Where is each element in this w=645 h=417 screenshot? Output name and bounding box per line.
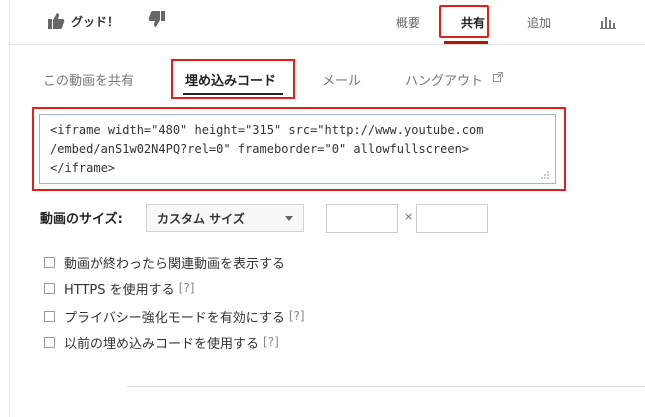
action-bar: グッド！ 概要 共有 追加: [10, 0, 645, 45]
embed-code-textarea[interactable]: <iframe width="480" height="315" src="ht…: [39, 114, 556, 184]
share-tab-highlight: [439, 5, 489, 38]
tab-hangout[interactable]: ハングアウト: [405, 70, 483, 89]
thumbs-down-icon: [148, 11, 165, 27]
times-symbol: ×: [404, 210, 414, 223]
option-related-videos[interactable]: 動画が終わったら関連動画を表示する: [44, 254, 286, 272]
panel-border: [0, 0, 10, 417]
option-old-embed[interactable]: 以前の埋め込みコードを使用する [?]: [44, 334, 279, 352]
external-link-icon: [493, 72, 503, 82]
option-label: 以前の埋め込みコードを使用する: [64, 336, 260, 352]
dislike-button[interactable]: [148, 10, 166, 32]
help-link[interactable]: [?]: [263, 335, 279, 349]
video-size-select[interactable]: カスタム サイズ: [146, 204, 304, 232]
tab-share-video[interactable]: この動画を共有: [43, 70, 134, 89]
old-embed-checkbox[interactable]: [44, 336, 55, 348]
divider: [127, 386, 645, 387]
option-label: 動画が終わったら関連動画を表示する: [64, 256, 286, 272]
option-privacy-mode[interactable]: プライバシー強化モードを有効にする [?]: [44, 308, 305, 326]
option-label: プライバシー強化モードを有効にする: [64, 310, 285, 326]
width-input[interactable]: [326, 204, 398, 233]
thumbs-up-icon: [48, 13, 65, 29]
tab-overview[interactable]: 概要: [396, 14, 420, 31]
tab-email[interactable]: メール: [322, 70, 361, 89]
video-size-label: 動画のサイズ:: [40, 212, 123, 227]
related-videos-checkbox[interactable]: [44, 256, 55, 268]
privacy-mode-checkbox[interactable]: [44, 310, 55, 322]
stats-icon[interactable]: [600, 15, 616, 29]
height-input[interactable]: [416, 204, 488, 233]
share-tab-underline: [444, 41, 488, 44]
option-https[interactable]: HTTPS を使用する [?]: [44, 280, 195, 298]
share-panel: グッド！ 概要 共有 追加 この動画を共有 埋め込みコード メール ハングアウト…: [0, 0, 645, 417]
option-label: HTTPS を使用する: [64, 282, 175, 298]
video-size-selected: カスタム サイズ: [157, 211, 245, 226]
help-link[interactable]: [?]: [179, 281, 195, 295]
embed-tab-underline: [183, 93, 283, 95]
help-link[interactable]: [?]: [289, 309, 305, 323]
tab-add[interactable]: 追加: [527, 14, 551, 31]
like-label: グッド！: [71, 14, 120, 29]
https-checkbox[interactable]: [44, 282, 55, 294]
chevron-down-icon: [285, 216, 293, 221]
like-button[interactable]: グッド！: [47, 10, 119, 32]
resize-handle-icon[interactable]: [540, 170, 550, 180]
